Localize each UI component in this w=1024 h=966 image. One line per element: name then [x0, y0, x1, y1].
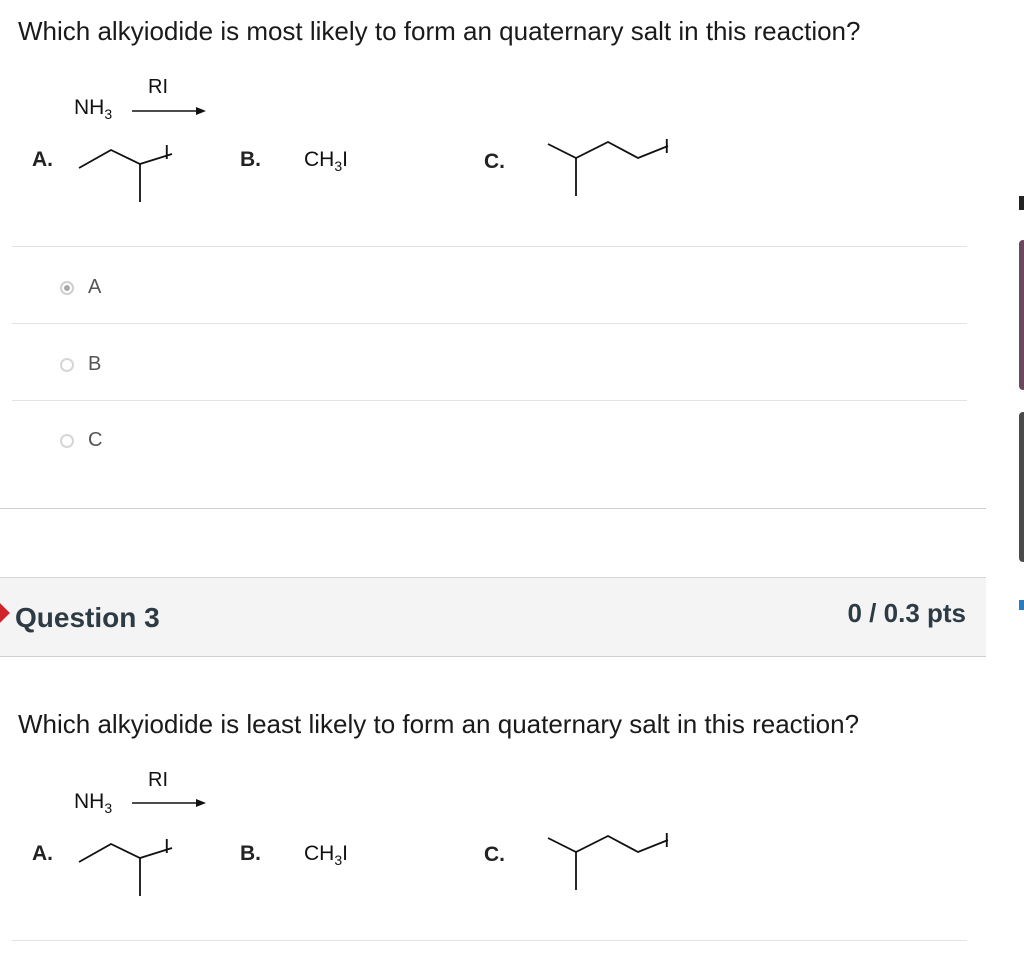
radio-button[interactable]: [60, 357, 74, 372]
reaction-arrow: [132, 799, 206, 807]
option-a-letter: A.: [32, 148, 53, 171]
option-b-letter: B.: [240, 842, 261, 865]
answer-label: A: [88, 276, 102, 298]
option-a-iodine: I: [164, 142, 170, 164]
question-3-title: Question 3: [15, 602, 160, 633]
divider: [12, 400, 967, 401]
question-2-text: Which alkyiodide is most likely to form …: [18, 16, 861, 46]
option-c-iodine: I: [664, 136, 670, 158]
divider: [12, 246, 967, 247]
reagent-label: RI: [148, 76, 168, 98]
option-b-formula: CH3I: [304, 842, 348, 868]
answer-label: B: [88, 353, 102, 375]
sidebar-edge-indicator: [1019, 600, 1024, 610]
answer-option-a[interactable]: A: [60, 276, 101, 299]
question-3-text: Which alkyiodide is least likely to form…: [18, 709, 860, 739]
flag-icon: [0, 603, 10, 623]
option-c-letter: C.: [484, 150, 505, 173]
option-c-structure: [547, 140, 669, 196]
option-a-letter: A.: [32, 842, 53, 865]
reaction-arrow: [132, 107, 206, 115]
option-c-letter: C.: [484, 843, 505, 866]
reactant-nh3: NH3: [74, 96, 113, 122]
option-b-formula: CH3I: [304, 148, 348, 174]
reagent-label: RI: [148, 769, 168, 791]
radio-button[interactable]: [60, 433, 74, 448]
answer-option-c[interactable]: C: [60, 429, 102, 452]
answer-label: C: [88, 429, 103, 451]
divider: [12, 323, 967, 324]
divider: [12, 940, 967, 941]
sidebar-edge-marker: [1019, 196, 1024, 210]
sidebar-thumbnail[interactable]: [1019, 240, 1024, 390]
radio-button-selected[interactable]: [60, 280, 74, 295]
option-a-iodine: I: [164, 836, 170, 858]
question-bottom-border: [0, 508, 986, 509]
option-c-iodine: I: [664, 830, 670, 852]
answer-option-b[interactable]: B: [60, 353, 101, 376]
reactant-nh3: NH3: [74, 790, 113, 816]
sidebar-panel[interactable]: [1019, 412, 1024, 562]
option-c-structure: [547, 834, 669, 890]
question-3-points: 0 / 0.3 pts: [847, 598, 967, 628]
question-3-header: Question 3 0 / 0.3 pts: [0, 577, 986, 657]
option-b-letter: B.: [240, 148, 261, 171]
